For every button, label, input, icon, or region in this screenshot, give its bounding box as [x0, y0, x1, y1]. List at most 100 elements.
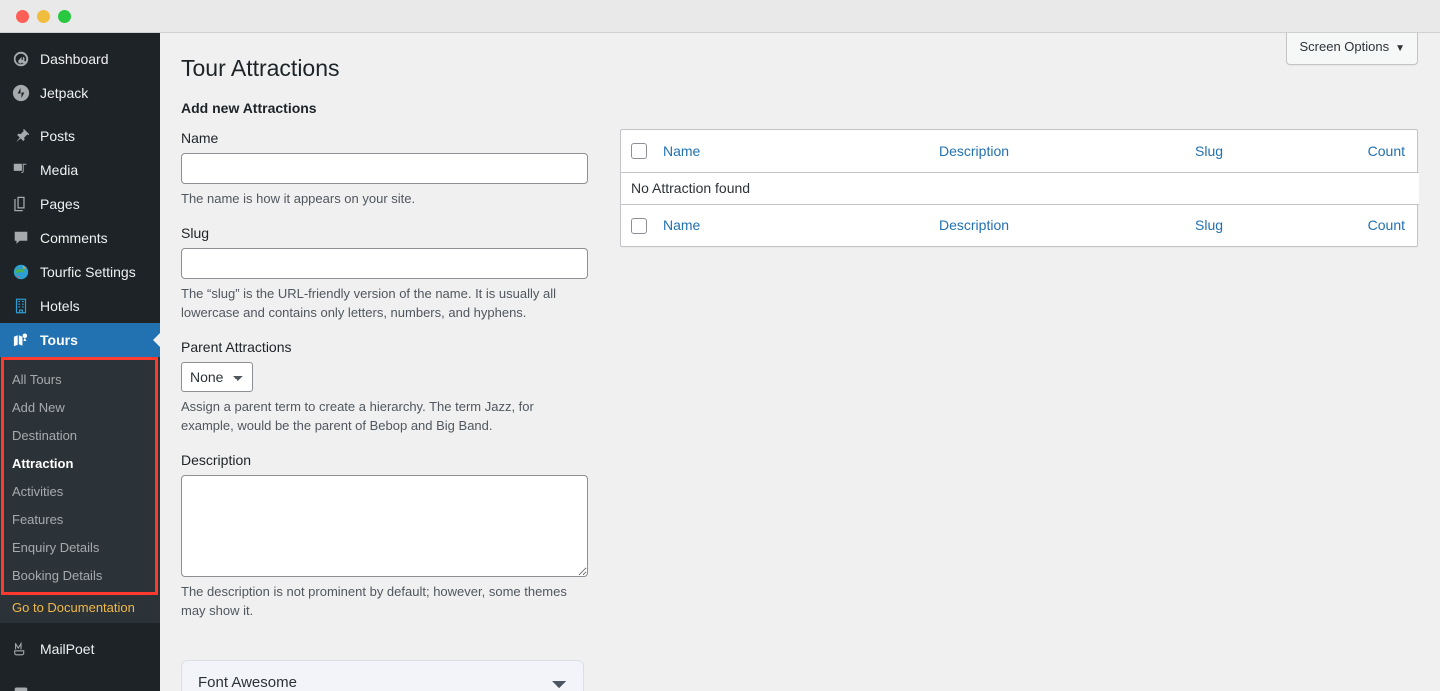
- window-titlebar: [0, 0, 1440, 33]
- field-description: Description The description is not promi…: [181, 451, 591, 620]
- column-footer-count[interactable]: Count: [1335, 204, 1419, 246]
- name-label: Name: [181, 130, 219, 146]
- field-slug: Slug The “slug” is the URL-friendly vers…: [181, 224, 591, 322]
- column-header-count-link[interactable]: Count: [1368, 143, 1405, 159]
- sidebar-item-label: Pages: [40, 196, 80, 212]
- table-head: Name Description Slug Count: [621, 130, 1419, 172]
- admin-sidebar: Dashboard Jetpack Posts Media Pages Comm…: [0, 33, 160, 691]
- column-footer-description[interactable]: Description: [939, 204, 1195, 246]
- sidebar-item-activities[interactable]: Activities: [0, 477, 160, 505]
- jetpack-icon: [11, 83, 31, 103]
- traffic-lights: [16, 9, 71, 23]
- sidebar-item-all-tours[interactable]: All Tours: [0, 365, 160, 393]
- select-all-checkbox[interactable]: [631, 143, 647, 160]
- pin-icon: [11, 126, 31, 146]
- column-footer-description-link[interactable]: Description: [939, 217, 1009, 233]
- sidebar-top-spacer: [0, 33, 160, 42]
- name-help-text: The name is how it appears on your site.: [181, 191, 416, 206]
- sidebar-item-destination[interactable]: Destination: [0, 421, 160, 449]
- select-all-checkbox-footer[interactable]: [631, 217, 647, 234]
- column-footer-count-link[interactable]: Count: [1368, 217, 1405, 233]
- sidebar-item-comments[interactable]: Comments: [0, 221, 160, 255]
- sidebar-item-jetpack[interactable]: Jetpack: [0, 76, 160, 110]
- description-label: Description: [181, 452, 252, 468]
- sidebar-item-label: Hotels: [40, 298, 80, 314]
- section-title: Add new Attractions: [181, 100, 317, 116]
- app-root: Dashboard Jetpack Posts Media Pages Comm…: [0, 33, 1440, 691]
- select-all-footer-header: [621, 204, 663, 246]
- go-to-documentation-link[interactable]: Go to Documentation: [0, 595, 160, 623]
- attractions-table: Name Description Slug Count No Attractio…: [621, 130, 1419, 246]
- column-footer-slug-link[interactable]: Slug: [1195, 217, 1223, 233]
- column-header-description-link[interactable]: Description: [939, 143, 1009, 159]
- name-input[interactable]: [181, 153, 588, 184]
- parent-help-text: Assign a parent term to create a hierarc…: [181, 399, 534, 433]
- description-textarea[interactable]: [181, 475, 588, 577]
- chevron-down-icon: ▼: [1395, 43, 1405, 54]
- pages-icon: [11, 194, 31, 214]
- sidebar-item-pages[interactable]: Pages: [0, 187, 160, 221]
- map-marker-icon: [11, 330, 31, 350]
- sidebar-item-partial-cutoff[interactable]: [0, 675, 160, 691]
- minimize-window-button[interactable]: [37, 9, 50, 23]
- attractions-table-wrapper: Name Description Slug Count No Attractio…: [620, 129, 1419, 247]
- empty-state-message: No Attraction found: [621, 172, 1419, 204]
- comments-icon: [11, 228, 31, 248]
- sidebar-bottom-spacer: [0, 666, 160, 675]
- slug-input[interactable]: [181, 248, 588, 279]
- sidebar-item-label: Tours: [40, 332, 78, 348]
- add-attraction-form: Name The name is how it appears on your …: [181, 129, 591, 691]
- tours-submenu: All Tours Add New Destination Attraction…: [0, 357, 160, 595]
- close-window-button[interactable]: [16, 9, 29, 23]
- main-content: Screen Options ▼ Tour Attractions Add new…: [160, 33, 1440, 691]
- sidebar-item-label: Tourfic Settings: [40, 264, 136, 280]
- column-header-description[interactable]: Description: [939, 130, 1195, 172]
- sidebar-item-label: Dashboard: [40, 51, 109, 67]
- mailpoet-icon: [11, 639, 31, 659]
- column-footer-slug[interactable]: Slug: [1195, 204, 1335, 246]
- active-menu-arrow: [153, 332, 160, 348]
- sidebar-item-label: MailPoet: [40, 641, 95, 657]
- table-header-row: Name Description Slug Count: [621, 130, 1419, 172]
- table-foot: Name Description Slug Count: [621, 204, 1419, 246]
- sidebar-item-tours[interactable]: Tours: [0, 323, 160, 357]
- sidebar-item-label: Jetpack: [40, 85, 89, 101]
- sidebar-item-mailpoet[interactable]: MailPoet: [0, 632, 160, 666]
- parent-attractions-label: Parent Attractions: [181, 339, 292, 355]
- field-name: Name The name is how it appears on your …: [181, 129, 591, 208]
- slug-label: Slug: [181, 225, 210, 241]
- sidebar-item-enquiry-details[interactable]: Enquiry Details: [0, 533, 160, 561]
- page-title: Tour Attractions: [181, 55, 340, 81]
- column-header-count[interactable]: Count: [1335, 130, 1419, 172]
- sidebar-group-spacer-2: [0, 623, 160, 632]
- field-parent-attractions: Parent Attractions None Assign a parent …: [181, 338, 591, 435]
- sidebar-item-booking-details[interactable]: Booking Details: [0, 561, 160, 589]
- column-footer-name-link[interactable]: Name: [663, 217, 700, 233]
- empty-state-row: No Attraction found: [621, 172, 1419, 204]
- sidebar-item-features[interactable]: Features: [0, 505, 160, 533]
- screen-options-label: Screen Options: [1299, 39, 1390, 54]
- table-footer-row: Name Description Slug Count: [621, 204, 1419, 246]
- screen-options-button[interactable]: Screen Options ▼: [1286, 33, 1418, 65]
- sidebar-item-attraction[interactable]: Attraction: [0, 449, 160, 477]
- sidebar-item-dashboard[interactable]: Dashboard: [0, 42, 160, 76]
- select-all-header: [621, 130, 663, 172]
- sidebar-item-media[interactable]: Media: [0, 153, 160, 187]
- sidebar-item-label: Media: [40, 162, 79, 178]
- column-header-name[interactable]: Name: [663, 130, 939, 172]
- sidebar-group-spacer-1: [0, 110, 160, 119]
- sidebar-item-tourfic-settings[interactable]: Tourfic Settings: [0, 255, 160, 289]
- sidebar-item-hotels[interactable]: Hotels: [0, 289, 160, 323]
- maximize-window-button[interactable]: [58, 9, 71, 23]
- sidebar-item-label: Posts: [40, 128, 76, 144]
- column-header-name-link[interactable]: Name: [663, 143, 700, 159]
- sidebar-item-posts[interactable]: Posts: [0, 119, 160, 153]
- column-header-slug-link[interactable]: Slug: [1195, 143, 1223, 159]
- icon-library-select[interactable]: Font Awesome: [181, 660, 584, 691]
- description-help-text: The description is not prominent by defa…: [181, 584, 567, 618]
- parent-attractions-select[interactable]: None: [181, 362, 253, 392]
- slug-help-text: The “slug” is the URL-friendly version o…: [181, 286, 556, 320]
- sidebar-item-add-new[interactable]: Add New: [0, 393, 160, 421]
- column-footer-name[interactable]: Name: [663, 204, 939, 246]
- column-header-slug[interactable]: Slug: [1195, 130, 1335, 172]
